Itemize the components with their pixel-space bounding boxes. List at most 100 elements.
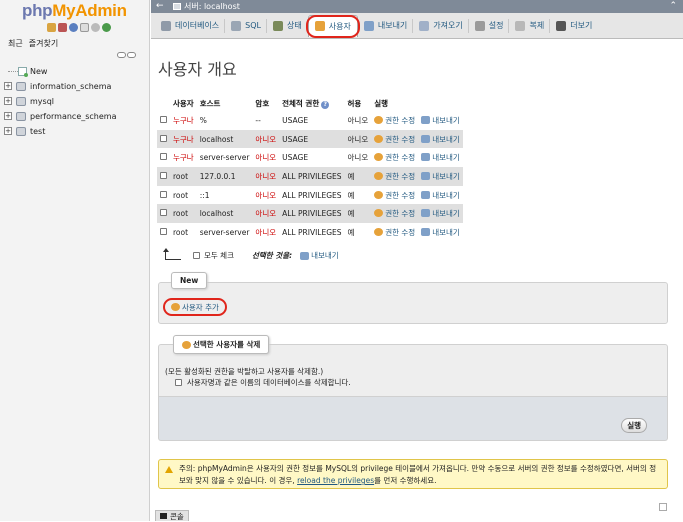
tab-sql[interactable]: SQL [225, 15, 268, 37]
header-global-privileges-label: 전체적 권한 [282, 99, 320, 108]
table-row: root localhost 아니오 ALL PRIVILEGES 예 권한 수정 내보내기 [157, 204, 463, 224]
tree-item-database[interactable]: + mysql [4, 94, 148, 109]
collapse-all-icon[interactable] [117, 52, 126, 58]
tree-item-label[interactable]: mysql [30, 97, 54, 106]
tab-import[interactable]: 가져오기 [413, 15, 469, 37]
tab-more[interactable]: 더보기 [550, 15, 598, 37]
tab-replication[interactable]: 복제 [509, 15, 551, 37]
back-arrow-icon[interactable]: ← [156, 0, 164, 13]
tab-label: 복제 [529, 21, 545, 30]
export-cell[interactable]: 내보내기 [418, 185, 463, 205]
reload-privileges-link[interactable]: reload the privileges [297, 476, 374, 485]
drop-db-checkbox[interactable] [175, 379, 182, 386]
row-checkbox[interactable] [160, 209, 167, 217]
export-cell[interactable]: 내보내기 [418, 204, 463, 224]
edit-privileges-cell[interactable]: 권한 수정 [371, 129, 419, 149]
export-link[interactable]: 내보내기 [432, 209, 460, 218]
more-icon [556, 20, 567, 31]
new-database-icon [18, 67, 28, 77]
export-cell[interactable]: 내보내기 [418, 167, 463, 186]
help-icon[interactable]: ? [321, 101, 330, 109]
edit-privileges-link[interactable]: 권한 수정 [385, 153, 415, 162]
export-icon[interactable] [300, 251, 310, 260]
export-link[interactable]: 내보내기 [432, 116, 460, 125]
table-row: 누구나% -- USAGE 아니오 권한 수정 내보내기 [157, 111, 463, 130]
row-checkbox[interactable] [160, 190, 167, 198]
tab-status[interactable]: 상태 [267, 15, 308, 37]
row-checkbox[interactable] [160, 153, 167, 161]
reload-icon[interactable] [102, 23, 111, 32]
go-button[interactable]: 실행 [621, 418, 647, 433]
export-link[interactable]: 내보내기 [432, 228, 460, 237]
check-all-label[interactable]: 모두 체크 [204, 250, 234, 261]
tree-item-database[interactable]: + performance_schema [4, 109, 148, 124]
edit-privileges-link[interactable]: 권한 수정 [385, 228, 415, 237]
tab-users[interactable]: 사용자 [305, 14, 360, 38]
export-cell[interactable]: 내보내기 [418, 148, 463, 168]
tree-item-label[interactable]: information_schema [30, 82, 111, 91]
export-cell[interactable]: 내보내기 [418, 111, 463, 130]
collapse-top-icon[interactable]: ⌃ [669, 0, 677, 13]
edit-privileges-link[interactable]: 권한 수정 [385, 135, 415, 144]
tab-database[interactable]: 데이터베이스 [155, 15, 226, 37]
password-cell: 아니오 [252, 185, 280, 205]
nav-tab-recent[interactable]: 최근 [8, 38, 23, 49]
logout-icon[interactable] [58, 23, 67, 32]
tab-export[interactable]: 내보내기 [358, 15, 414, 37]
tree-item-label[interactable]: performance_schema [30, 112, 117, 121]
edit-privileges-cell[interactable]: 권한 수정 [371, 185, 419, 205]
new-section-legend: New [171, 272, 208, 289]
edit-privileges-icon [374, 171, 384, 180]
server-breadcrumb-bar: ← 서버: localhost ⌃ [151, 0, 683, 13]
edit-privileges-cell[interactable]: 권한 수정 [371, 167, 419, 186]
phpmyadmin-logo[interactable]: phpMyAdmin [22, 1, 127, 21]
edit-privileges-link[interactable]: 권한 수정 [385, 172, 415, 181]
edit-privileges-link[interactable]: 권한 수정 [385, 116, 415, 125]
edit-privileges-cell[interactable]: 권한 수정 [371, 204, 419, 224]
page-settings-icon[interactable] [659, 503, 667, 511]
expand-icon[interactable]: + [4, 112, 12, 120]
expand-icon[interactable]: + [4, 82, 12, 90]
export-link[interactable]: 내보내기 [432, 135, 460, 144]
export-link[interactable]: 내보내기 [432, 172, 460, 181]
tree-item-database[interactable]: + test [4, 124, 148, 139]
expand-icon[interactable]: + [4, 97, 12, 105]
edit-privileges-link[interactable]: 권한 수정 [385, 191, 415, 200]
navigation-panel: phpMyAdmin 최근 즐겨찾기 New + information_schem… [0, 0, 150, 521]
edit-privileges-cell[interactable]: 권한 수정 [371, 223, 419, 242]
row-checkbox[interactable] [160, 171, 167, 179]
tree-item-label[interactable]: test [30, 127, 45, 136]
link-icon[interactable] [127, 52, 136, 58]
expand-icon[interactable]: + [4, 127, 12, 135]
tree-item-label[interactable]: New [30, 67, 47, 76]
export-link[interactable]: 내보내기 [432, 153, 460, 162]
tab-label: 상태 [287, 21, 302, 30]
tab-label: SQL [245, 21, 262, 30]
nav-tab-favorites[interactable]: 즐겨찾기 [29, 38, 58, 49]
edit-privileges-cell[interactable]: 권한 수정 [371, 148, 419, 168]
export-cell[interactable]: 내보내기 [418, 129, 463, 149]
row-checkbox[interactable] [160, 115, 167, 123]
edit-privileges-icon [374, 115, 384, 124]
row-checkbox[interactable] [160, 227, 167, 235]
drop-db-label[interactable]: 사용자명과 같은 이름의 데이터베이스를 삭제합니다. [187, 377, 351, 388]
export-cell[interactable]: 내보내기 [418, 223, 463, 242]
row-checkbox[interactable] [160, 134, 167, 142]
server-breadcrumb[interactable]: 서버: localhost [184, 0, 240, 13]
help-icon[interactable] [69, 23, 78, 32]
with-selected-export-link[interactable]: 내보내기 [311, 250, 339, 261]
tree-item-database[interactable]: + information_schema [4, 79, 148, 94]
docs-icon[interactable] [80, 23, 89, 32]
edit-privileges-link[interactable]: 권한 수정 [385, 209, 415, 218]
tab-settings[interactable]: 설정 [469, 15, 510, 37]
settings-icon[interactable] [91, 23, 100, 32]
home-icon[interactable] [47, 23, 56, 32]
add-user-link[interactable]: 사용자 추가 [163, 298, 227, 316]
console-toggle[interactable]: 콘솔 [155, 510, 189, 521]
edit-privileges-cell[interactable]: 권한 수정 [371, 111, 419, 130]
export-link[interactable]: 내보내기 [432, 191, 460, 200]
check-all-checkbox[interactable] [193, 252, 200, 259]
edit-privileges-icon [374, 134, 384, 143]
privileges-notice: 주의: phpMyAdmin은 사용자의 권한 정보를 MySQL의 privi… [158, 459, 668, 489]
tree-item-new[interactable]: New [4, 64, 148, 79]
